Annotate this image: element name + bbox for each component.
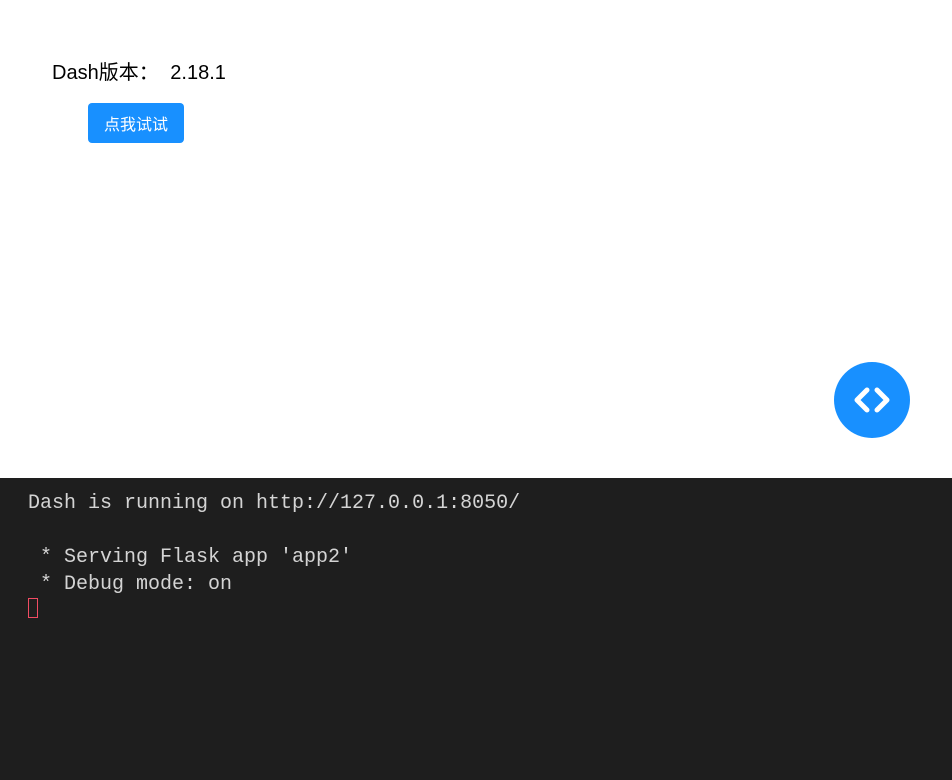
terminal-line: * Serving Flask app 'app2' <box>28 544 924 571</box>
terminal-panel[interactable]: Dash is running on http://127.0.0.1:8050… <box>0 478 952 780</box>
cursor-icon <box>28 598 38 618</box>
terminal-line: Dash is running on http://127.0.0.1:8050… <box>28 490 924 517</box>
dash-app-area: Dash版本： 2.18.1 点我试试 <box>0 0 952 478</box>
version-line: Dash版本： 2.18.1 <box>52 56 900 85</box>
terminal-blank-line <box>28 517 924 544</box>
version-label: Dash版本： <box>52 62 159 84</box>
code-icon <box>848 376 896 424</box>
version-value: 2.18.1 <box>170 62 226 84</box>
terminal-line: * Debug mode: on <box>28 571 924 598</box>
try-button[interactable]: 点我试试 <box>88 103 184 143</box>
dash-dev-tools-button[interactable] <box>834 362 910 438</box>
terminal-cursor-line <box>28 598 924 627</box>
